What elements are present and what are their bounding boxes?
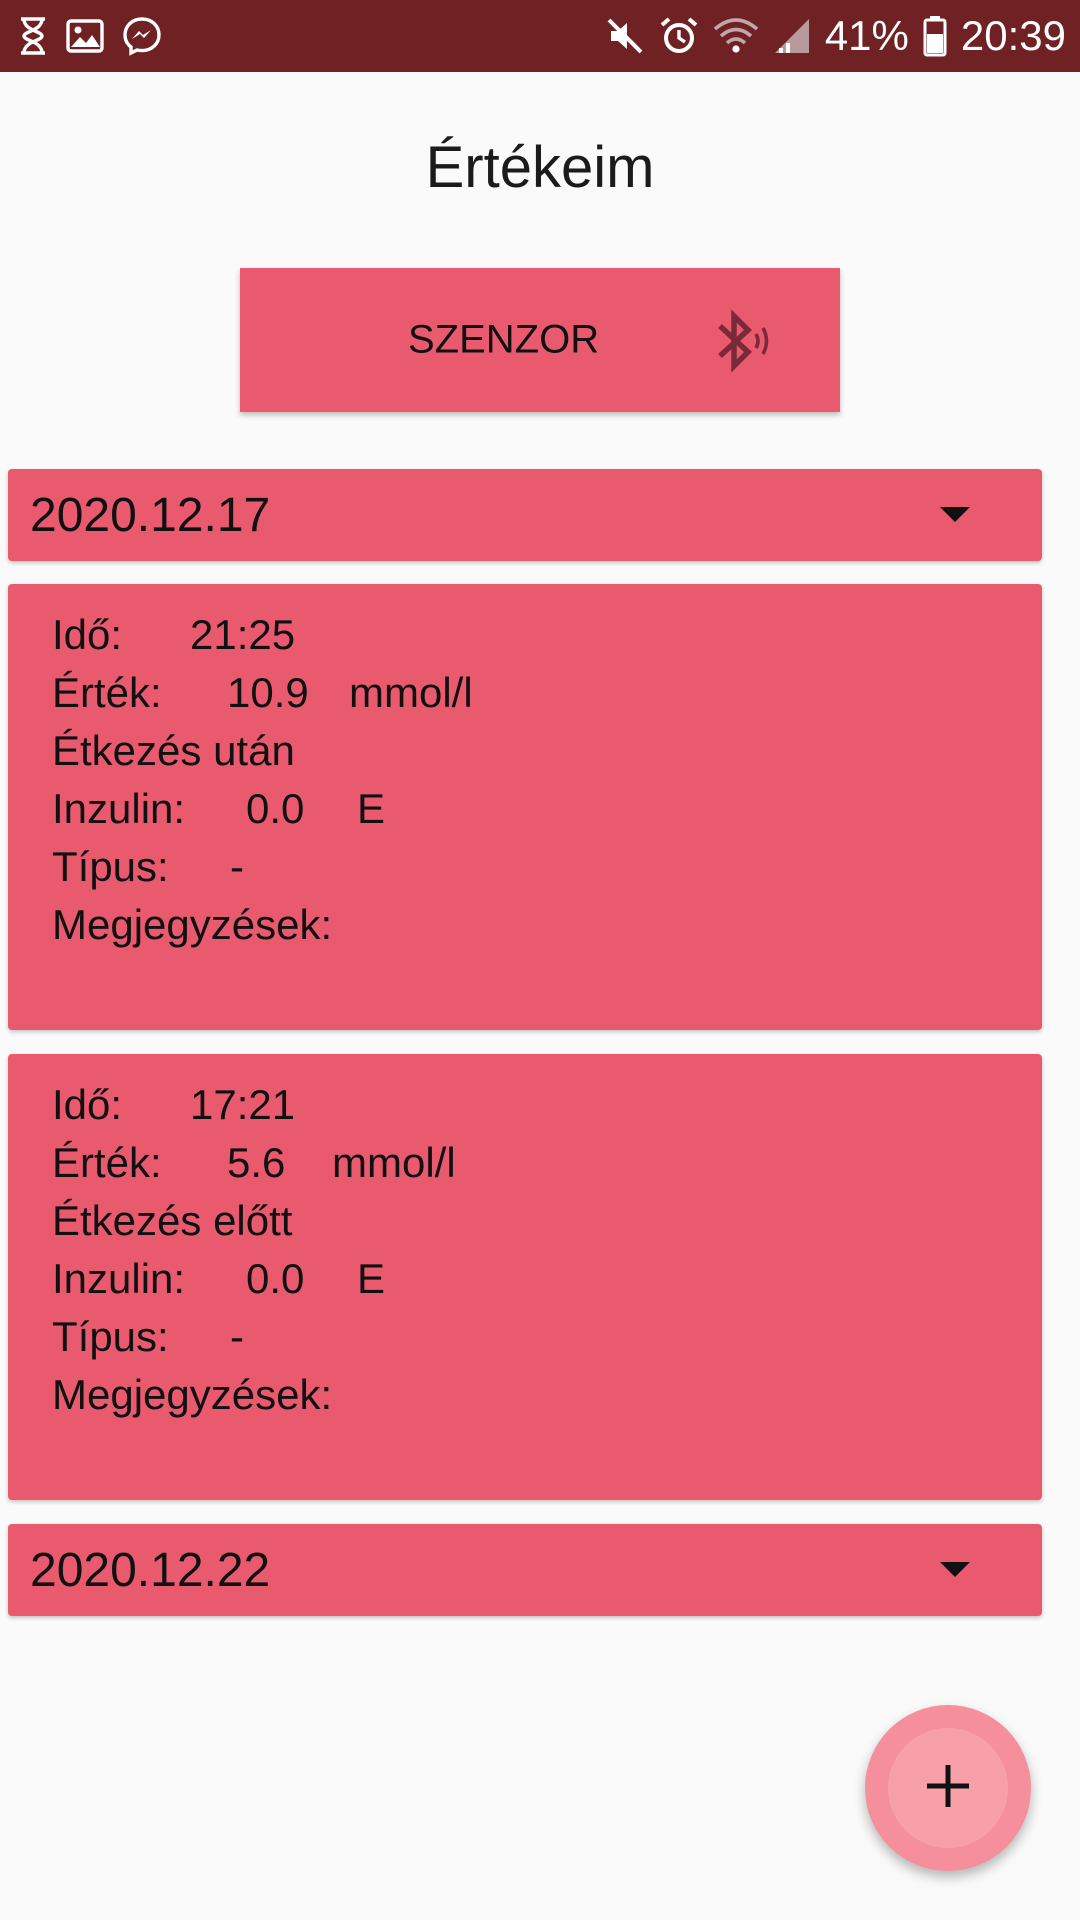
- entry-card[interactable]: Idő: 17:21 Érték: 5.6 mmol/l Étkezés elő…: [8, 1054, 1042, 1500]
- entry-notes-row: Megjegyzések:: [52, 1366, 1042, 1424]
- time-label: Idő:: [52, 611, 123, 658]
- meal-status: Étkezés után: [52, 727, 295, 774]
- insulin-unit: E: [357, 785, 386, 832]
- time-value: 21:25: [190, 611, 296, 658]
- plus-icon: [925, 1763, 971, 1814]
- type-label: Típus:: [52, 843, 169, 890]
- sensor-button-label: SZENZOR: [408, 317, 600, 362]
- page-title: Értékeim: [425, 135, 655, 200]
- entry-meal-row: Étkezés előtt: [52, 1192, 1042, 1250]
- time-label: Idő:: [52, 1081, 123, 1128]
- fab-ripple: [888, 1728, 1008, 1848]
- sensor-button[interactable]: SZENZOR: [240, 268, 840, 412]
- status-bar: 41% 20:39: [0, 0, 1080, 72]
- value-label: Érték:: [52, 669, 162, 716]
- entry-value-row: Érték: 5.6 mmol/l: [52, 1134, 1042, 1192]
- date-group-header[interactable]: 2020.12.17: [8, 469, 1042, 561]
- insulin-label: Inzulin:: [52, 1255, 186, 1302]
- entry-type-row: Típus: -: [52, 1308, 1042, 1366]
- glucose-value: 10.9: [227, 669, 309, 716]
- insulin-value: 0.0: [246, 785, 305, 832]
- notes-label: Megjegyzések:: [52, 901, 333, 948]
- image-icon: [66, 19, 104, 53]
- signal-icon: [773, 17, 811, 55]
- entry-time-row: Idő: 17:21: [52, 1076, 1042, 1134]
- date-group-label: 2020.12.22: [30, 1543, 271, 1597]
- time-value: 17:21: [190, 1081, 296, 1128]
- insulin-label: Inzulin:: [52, 785, 186, 832]
- insulin-unit: E: [357, 1255, 386, 1302]
- alarm-icon: [659, 16, 699, 56]
- entry-time-row: Idő: 21:25: [52, 606, 1042, 664]
- entry-type-row: Típus: -: [52, 838, 1042, 896]
- value-label: Érték:: [52, 1139, 162, 1186]
- entry-insulin-row: Inzulin: 0.0 E: [52, 780, 1042, 838]
- bluetooth-icon: [714, 308, 774, 379]
- type-value: -: [230, 1313, 244, 1360]
- meal-status: Étkezés előtt: [52, 1197, 293, 1244]
- glucose-unit: mmol/l: [332, 1139, 456, 1186]
- wifi-icon: [713, 17, 759, 55]
- status-bar-left: [18, 16, 162, 56]
- type-label: Típus:: [52, 1313, 169, 1360]
- entry-notes-row: Megjegyzések:: [52, 896, 1042, 954]
- chevron-down-icon[interactable]: [940, 1562, 970, 1577]
- battery-percent: 41%: [824, 12, 909, 59]
- messenger-icon: [122, 16, 162, 56]
- hourglass-icon: [18, 17, 48, 55]
- add-entry-button[interactable]: [865, 1705, 1031, 1871]
- entry-value-row: Érték: 10.9 mmol/l: [52, 664, 1042, 722]
- date-group-label: 2020.12.17: [30, 488, 271, 542]
- battery-icon: [923, 15, 947, 57]
- glucose-unit: mmol/l: [349, 669, 473, 716]
- date-group-header[interactable]: 2020.12.22: [8, 1524, 1042, 1616]
- entry-meal-row: Étkezés után: [52, 722, 1042, 780]
- clock-time: 20:39: [960, 12, 1066, 59]
- status-bar-right: 41% 20:39: [605, 12, 1066, 60]
- mute-icon: [605, 16, 645, 56]
- insulin-value: 0.0: [246, 1255, 305, 1302]
- entry-card[interactable]: Idő: 21:25 Érték: 10.9 mmol/l Étkezés ut…: [8, 584, 1042, 1030]
- entry-insulin-row: Inzulin: 0.0 E: [52, 1250, 1042, 1308]
- glucose-value: 5.6: [227, 1139, 286, 1186]
- notes-label: Megjegyzések:: [52, 1371, 333, 1418]
- chevron-down-icon[interactable]: [940, 507, 970, 522]
- type-value: -: [230, 843, 244, 890]
